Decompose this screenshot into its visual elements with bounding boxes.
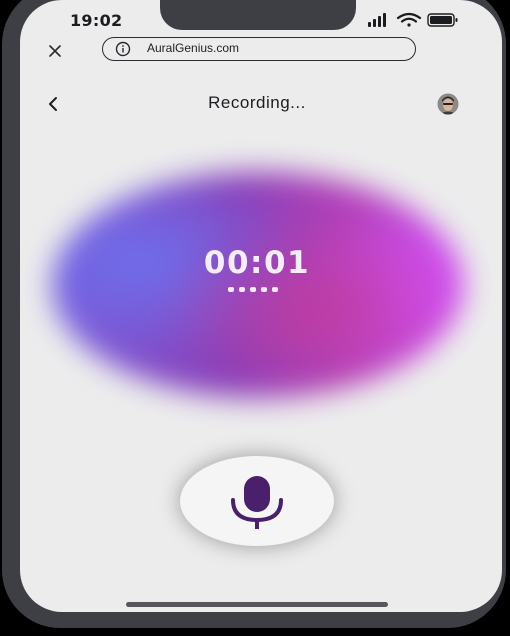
level-dot xyxy=(261,287,267,292)
level-dots xyxy=(228,287,288,293)
info-icon[interactable] xyxy=(115,41,131,57)
microphone-icon xyxy=(231,476,283,529)
home-indicator xyxy=(126,602,388,607)
level-dot xyxy=(272,287,278,292)
url-bar[interactable]: AuralGenius.com xyxy=(102,37,416,61)
recording-timer: 00:01 xyxy=(203,245,311,281)
level-dot xyxy=(239,287,245,292)
record-button[interactable] xyxy=(180,456,334,546)
user-avatar[interactable] xyxy=(432,93,464,115)
level-dot xyxy=(250,287,256,292)
signal-icon xyxy=(368,13,386,27)
level-dot xyxy=(228,287,234,292)
recording-orb xyxy=(52,172,464,398)
url-text: AuralGenius.com xyxy=(147,41,240,55)
status-icons xyxy=(368,12,458,27)
close-icon[interactable] xyxy=(46,42,64,60)
notch xyxy=(160,0,356,30)
wifi-icon xyxy=(396,12,422,27)
status-time: 19:02 xyxy=(70,11,123,30)
battery-icon xyxy=(427,13,458,27)
